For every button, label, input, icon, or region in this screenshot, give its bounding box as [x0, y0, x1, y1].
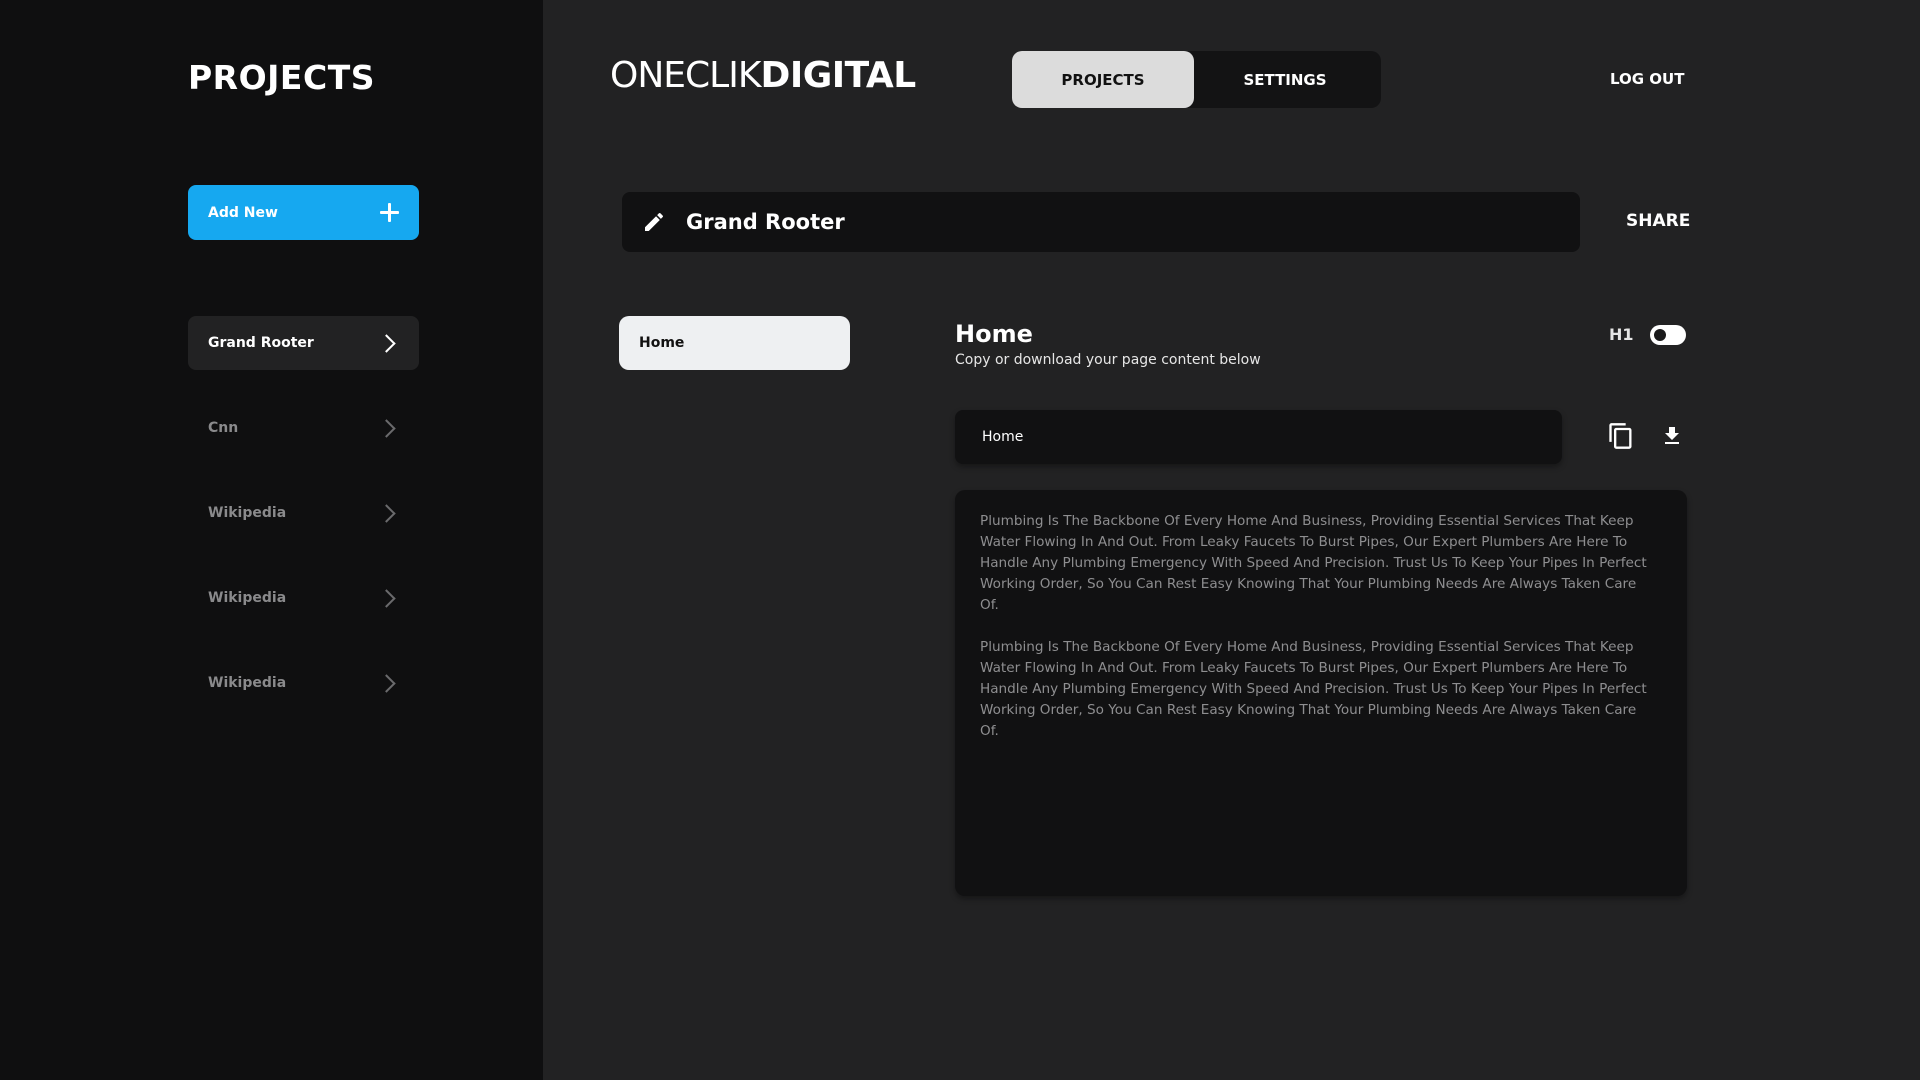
project-item-wikipedia-2[interactable]: Wikipedia — [188, 571, 419, 625]
h1-label: H1 — [1609, 325, 1634, 344]
content-subtitle: Copy or download your page content below — [955, 352, 1261, 368]
download-icon[interactable] — [1660, 423, 1684, 449]
project-item-label: Cnn — [208, 420, 239, 436]
copy-icon[interactable] — [1607, 421, 1635, 451]
h1-toggle[interactable] — [1650, 325, 1686, 345]
project-item-label: Grand Rooter — [208, 335, 314, 351]
toggle-knob — [1654, 329, 1666, 341]
logout-button[interactable]: LOG OUT — [1610, 70, 1684, 88]
content-paragraph: Plumbing Is The Backbone Of Every Home A… — [980, 513, 1647, 613]
sidebar: PROJECTS Add New Grand Rooter Cnn Wikipe… — [0, 0, 543, 1080]
brand-logo[interactable]: ONECLIKDIGITAL — [610, 58, 916, 94]
main-tabs: PROJECTS SETTINGS — [1012, 51, 1381, 108]
chevron-right-icon — [377, 333, 396, 353]
chevron-right-icon — [377, 503, 396, 523]
add-new-button[interactable]: Add New — [188, 185, 419, 240]
project-name: Grand Rooter — [686, 210, 845, 234]
page-title-field[interactable]: Home — [955, 410, 1562, 464]
project-item-wikipedia-3[interactable]: Wikipedia — [188, 656, 419, 710]
chevron-right-icon — [377, 588, 396, 608]
share-button[interactable]: SHARE — [1626, 211, 1690, 231]
content-paragraph: Plumbing Is The Backbone Of Every Home A… — [980, 639, 1647, 739]
logo-light-text: ONECLIK — [610, 55, 761, 96]
project-list: Grand Rooter Cnn Wikipedia Wikipedia Wik… — [188, 316, 419, 741]
content-heading: Home — [955, 320, 1033, 348]
pencil-icon[interactable] — [642, 210, 666, 234]
tab-settings[interactable]: SETTINGS — [1194, 51, 1376, 108]
project-item-cnn[interactable]: Cnn — [188, 401, 419, 455]
chevron-right-icon — [377, 673, 396, 693]
project-title-bar[interactable]: Grand Rooter — [622, 192, 1580, 252]
page-item-home[interactable]: Home — [619, 316, 850, 370]
project-item-grand-rooter[interactable]: Grand Rooter — [188, 316, 419, 370]
add-new-label: Add New — [208, 204, 278, 221]
chevron-right-icon — [377, 418, 396, 438]
project-item-wikipedia-1[interactable]: Wikipedia — [188, 486, 419, 540]
plus-icon — [380, 203, 399, 222]
sidebar-title: PROJECTS — [188, 58, 375, 97]
project-item-label: Wikipedia — [208, 590, 287, 606]
project-item-label: Wikipedia — [208, 505, 287, 521]
logo-bold-text: DIGITAL — [760, 55, 916, 96]
project-item-label: Wikipedia — [208, 675, 287, 691]
tab-projects[interactable]: PROJECTS — [1012, 51, 1194, 108]
page-content-box[interactable]: Plumbing Is The Backbone Of Every Home A… — [955, 490, 1687, 896]
